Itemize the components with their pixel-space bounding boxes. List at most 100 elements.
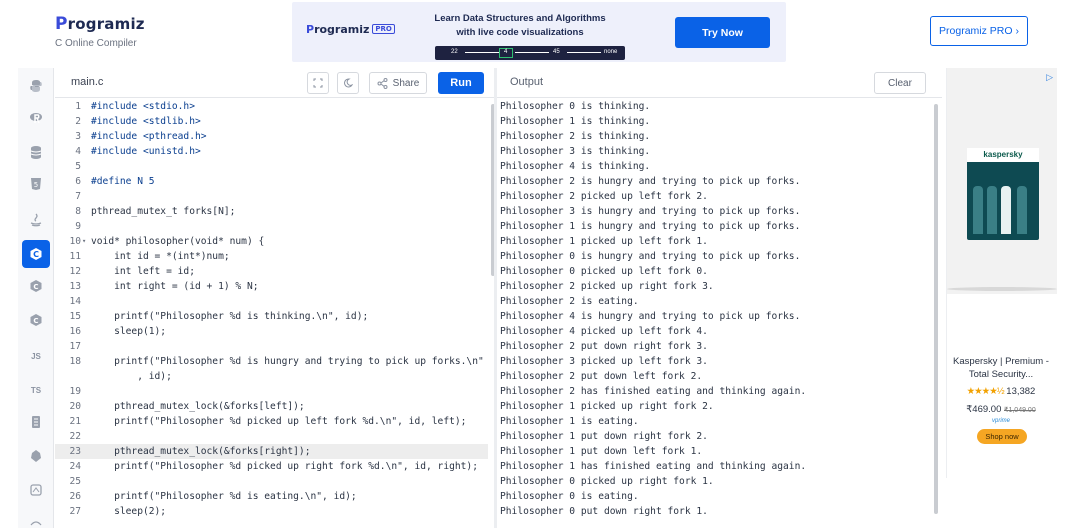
python-icon[interactable] xyxy=(22,72,50,100)
code-text: int left = id; xyxy=(91,266,195,277)
svg-text:5: 5 xyxy=(34,181,38,189)
line-number: 21 xyxy=(69,416,81,427)
ad-title[interactable]: Kaspersky | Premium - Total Security... xyxy=(947,355,1055,381)
code-text: sleep(2); xyxy=(91,506,167,517)
line-number: 16 xyxy=(69,326,81,337)
code-line[interactable]: 18 printf("Philosopher %d is hungry and … xyxy=(55,354,488,369)
code-text: int id = *(int*)num; xyxy=(91,251,230,262)
viz-node-label: 45 xyxy=(553,49,560,55)
cpp-icon[interactable]: C xyxy=(22,272,50,300)
p-logo-icon: P xyxy=(306,23,315,36)
code-line[interactable]: 3 #include <pthread.h> xyxy=(55,129,488,144)
file-tab[interactable]: main.c xyxy=(71,76,103,88)
code-line[interactable]: 10 ▾ void* philosopher(void* num) { xyxy=(55,234,488,249)
code-line[interactable]: 1 #include <stdio.h> xyxy=(55,99,488,114)
typescript-icon[interactable]: TS xyxy=(22,376,50,404)
output-title: Output xyxy=(510,76,544,88)
price-current: ₹469.00 xyxy=(966,404,1002,415)
fullscreen-icon[interactable] xyxy=(307,72,329,94)
code-line[interactable]: 16 sleep(1); xyxy=(55,324,488,339)
csharp-icon[interactable]: C xyxy=(22,306,50,334)
html-icon[interactable]: 5 xyxy=(22,170,50,198)
code-line[interactable]: 17 xyxy=(55,339,488,354)
code-line[interactable]: 5 xyxy=(55,159,488,174)
output-line: Philosopher 2 has finished eating and th… xyxy=(500,386,807,397)
c-icon[interactable]: C xyxy=(22,240,50,268)
javascript-icon[interactable]: JS xyxy=(22,342,50,370)
ad-choices-icon[interactable]: ▷ xyxy=(1046,72,1053,83)
code-line[interactable]: 9 xyxy=(55,219,488,234)
programiz-logo[interactable]: Programiz C Online Compiler xyxy=(55,14,145,49)
code-line[interactable]: 14 xyxy=(55,294,488,309)
code-line[interactable]: 6 #define N 5 xyxy=(55,174,488,189)
code-line[interactable]: 20 pthread_mutex_lock(&forks[left]); xyxy=(55,399,488,414)
output-line: Philosopher 3 is thinking. xyxy=(500,146,651,157)
code-text: printf("Philosopher %d is thinking.\n", … xyxy=(91,311,369,322)
code-line[interactable]: 8 pthread_mutex_t forks[N]; xyxy=(55,204,488,219)
line-number: 26 xyxy=(69,491,81,502)
code-line[interactable]: 11 int id = *(int*)num; xyxy=(55,249,488,264)
ad-image-area[interactable]: ▷ kaspersky xyxy=(947,68,1057,294)
code-editor[interactable]: 1 #include <stdio.h> 2 #include <stdlib.h> 3… xyxy=(55,99,494,528)
code-line[interactable]: 19 xyxy=(55,384,488,399)
line-number: 12 xyxy=(69,266,81,277)
code-line[interactable]: 24 printf("Philosopher %d picked up righ… xyxy=(55,459,488,474)
output-header: Output Clear xyxy=(497,68,942,98)
code-line[interactable]: 2 #include <stdlib.h> xyxy=(55,114,488,129)
rating-count: 13,382 xyxy=(1006,386,1036,397)
ad-panel[interactable]: ▷ kaspersky Kaspersky | Premium - Total … xyxy=(946,68,1057,478)
run-button[interactable]: Run xyxy=(438,72,484,94)
shop-now-button[interactable]: Shop now xyxy=(977,429,1027,444)
ad-rating: ★★★★½ 13,382 xyxy=(947,386,1055,397)
line-number: 18 xyxy=(69,356,81,367)
sql-icon[interactable] xyxy=(22,138,50,166)
linked-list-visualization: 22 4 45 none xyxy=(435,46,625,60)
more-languages-icon[interactable] xyxy=(22,508,50,528)
line-number: 2 xyxy=(75,116,81,127)
code-line[interactable]: 23 pthread_mutex_lock(&forks[right]); xyxy=(55,444,488,459)
go-icon[interactable] xyxy=(22,442,50,470)
share-button[interactable]: Share xyxy=(369,72,427,94)
figure-decoration xyxy=(973,186,983,234)
code-line[interactable]: , id); xyxy=(55,369,488,384)
swift-icon[interactable] xyxy=(22,476,50,504)
line-number: 3 xyxy=(75,131,81,142)
viz-arrow xyxy=(465,52,499,53)
promo-banner[interactable]: Programiz PRO Learn Data Structures and A… xyxy=(292,2,786,62)
code-text: pthread_mutex_lock(&forks[right]); xyxy=(91,446,311,457)
top-header: Programiz C Online Compiler Programiz PRO… xyxy=(0,0,1080,68)
output-line: Philosopher 0 is thinking. xyxy=(500,101,651,112)
try-now-button[interactable]: Try Now xyxy=(675,17,770,48)
code-line[interactable]: 4 #include <unistd.h> xyxy=(55,144,488,159)
clear-button[interactable]: Clear xyxy=(874,72,926,94)
output-line: Philosopher 2 is hungry and trying to pi… xyxy=(500,176,801,187)
line-number: 11 xyxy=(69,251,81,262)
output-line: Philosopher 1 picked up left fork 1. xyxy=(500,236,708,247)
php-icon[interactable] xyxy=(22,408,50,436)
code-line[interactable]: 12 int left = id; xyxy=(55,264,488,279)
code-text: pthread_mutex_lock(&forks[left]); xyxy=(91,401,305,412)
code-line[interactable]: 22 xyxy=(55,429,488,444)
code-line[interactable]: 21 printf("Philosopher %d picked up left… xyxy=(55,414,488,429)
code-line[interactable]: 26 printf("Philosopher %d is eating.\n",… xyxy=(55,489,488,504)
code-text: pthread_mutex_t forks[N]; xyxy=(91,206,236,217)
kaspersky-product-image[interactable]: kaspersky xyxy=(967,148,1039,240)
code-text: int right = (id + 1) % N; xyxy=(91,281,259,292)
code-line[interactable]: 15 printf("Philosopher %d is thinking.\n… xyxy=(55,309,488,324)
r-icon[interactable] xyxy=(22,104,50,132)
code-line[interactable]: 13 int right = (id + 1) % N; xyxy=(55,279,488,294)
programiz-pro-button[interactable]: Programiz PRO › xyxy=(930,16,1028,46)
output-scrollbar[interactable] xyxy=(934,104,938,514)
line-number: 1 xyxy=(75,101,81,112)
fold-arrow-icon[interactable]: ▾ xyxy=(82,234,86,249)
java-icon[interactable] xyxy=(22,206,50,234)
code-text: #define N 5 xyxy=(91,176,155,187)
code-line[interactable]: 25 xyxy=(55,474,488,489)
code-line[interactable]: 27 sleep(2); xyxy=(55,504,488,519)
output-line: Philosopher 1 is hungry and trying to pi… xyxy=(500,221,801,232)
dark-mode-icon[interactable] xyxy=(337,72,359,94)
star-rating-icon: ★★★★½ xyxy=(966,386,1005,397)
viz-node-label: 22 xyxy=(451,49,458,55)
line-number: 13 xyxy=(69,281,81,292)
code-line[interactable]: 7 xyxy=(55,189,488,204)
